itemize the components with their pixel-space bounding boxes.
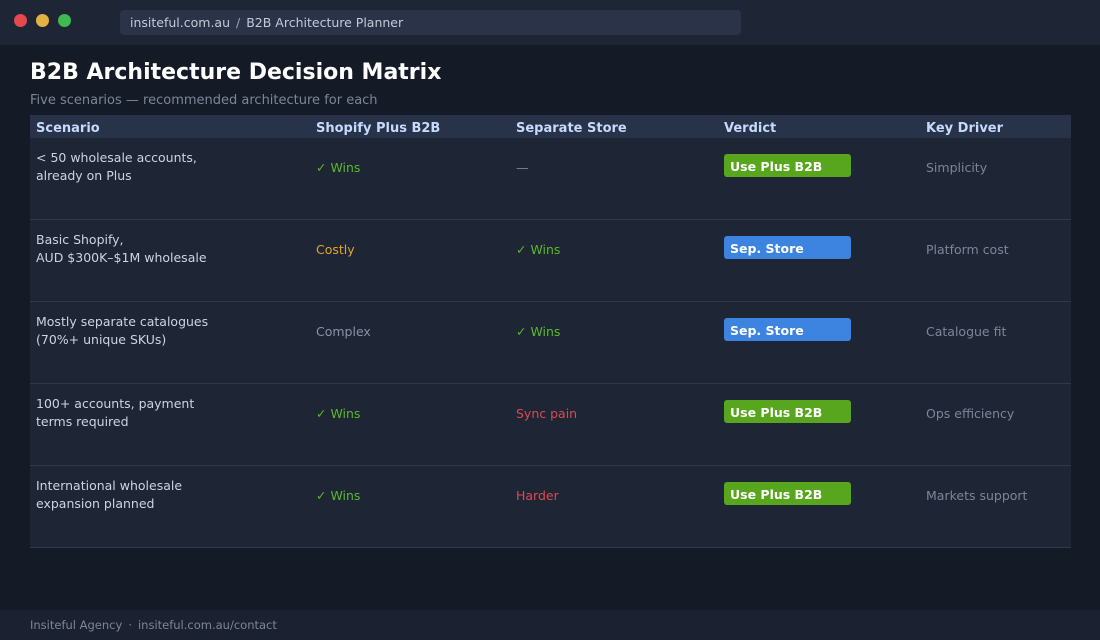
url-domain: insiteful.com.au — [130, 15, 230, 30]
scenario-line: 100+ accounts, payment — [36, 396, 195, 411]
url-page: B2B Architecture Planner — [246, 15, 404, 30]
url-separator: / — [236, 15, 241, 30]
shopify-plus-cell: Costly — [316, 242, 355, 257]
page-footer: Insiteful Agency · insiteful.com.au/contac… — [0, 610, 1100, 640]
key-driver-cell: Platform cost — [926, 242, 1009, 257]
table-row: Basic Shopify, AUD $300K–$1M wholesale C… — [30, 220, 1071, 302]
page-title: B2B Architecture Decision Matrix — [30, 60, 442, 85]
shopify-plus-cell: ✓ Wins — [316, 406, 361, 421]
footer-separator: · — [128, 618, 132, 632]
separate-store-cell: Sync pain — [516, 406, 578, 421]
header-scenario: Scenario — [36, 121, 100, 136]
separate-store-cell: — — [516, 160, 529, 175]
verdict-badge: Use Plus B2B — [724, 154, 851, 177]
decision-matrix-table: Scenario Shopify Plus B2B Separate Store… — [30, 115, 1071, 548]
scenario-line: (70%+ unique SKUs) — [36, 332, 167, 347]
scenario-cell: 100+ accounts, payment terms required — [36, 395, 194, 431]
header-shopify-plus-b2b: Shopify Plus B2B — [316, 121, 441, 136]
scenario-line: already on Plus — [36, 168, 132, 183]
browser-titlebar: insiteful.com.au / B2B Architecture Planne… — [0, 0, 1100, 45]
table-row: Mostly separate catalogues (70%+ unique … — [30, 302, 1071, 384]
header-verdict: Verdict — [724, 121, 777, 136]
maximize-window-icon[interactable] — [58, 14, 71, 27]
separate-store-cell: ✓ Wins — [516, 324, 561, 339]
key-driver-cell: Catalogue fit — [926, 324, 1007, 339]
header-key-driver: Key Driver — [926, 121, 1004, 136]
scenario-cell: International wholesale expansion planne… — [36, 477, 182, 513]
scenario-cell: Basic Shopify, AUD $300K–$1M wholesale — [36, 231, 207, 267]
address-bar[interactable]: insiteful.com.au / B2B Architecture Planne… — [120, 10, 741, 35]
scenario-line: < 50 wholesale accounts, — [36, 150, 197, 165]
verdict-badge: Use Plus B2B — [724, 482, 851, 505]
close-window-icon[interactable] — [14, 14, 27, 27]
table-row: 100+ accounts, payment terms required ✓ … — [30, 384, 1071, 466]
scenario-line: expansion planned — [36, 496, 155, 511]
table-row: < 50 wholesale accounts, already on Plus… — [30, 138, 1071, 220]
verdict-badge: Use Plus B2B — [724, 400, 851, 423]
key-driver-cell: Ops efficiency — [926, 406, 1015, 421]
scenario-line: terms required — [36, 414, 129, 429]
verdict-badge: Sep. Store — [724, 236, 851, 259]
header-separate-store: Separate Store — [516, 121, 627, 136]
scenario-cell: < 50 wholesale accounts, already on Plus — [36, 149, 197, 185]
minimize-window-icon[interactable] — [36, 14, 49, 27]
shopify-plus-cell: ✓ Wins — [316, 160, 361, 175]
separate-store-cell: Harder — [516, 488, 559, 503]
scenario-line: Basic Shopify, — [36, 232, 124, 247]
key-driver-cell: Markets support — [926, 488, 1028, 503]
shopify-plus-cell: Complex — [316, 324, 371, 339]
shopify-plus-cell: ✓ Wins — [316, 488, 361, 503]
scenario-line: International wholesale — [36, 478, 183, 493]
scenario-line: AUD $300K–$1M wholesale — [36, 250, 207, 265]
verdict-badge: Sep. Store — [724, 318, 851, 341]
footer-agency: Insiteful Agency — [30, 618, 123, 632]
scenario-line: Mostly separate catalogues — [36, 314, 209, 329]
page-subtitle: Five scenarios — recommended architectur… — [30, 93, 378, 108]
table-header-row: Scenario Shopify Plus B2B Separate Store… — [30, 115, 1071, 138]
table-row: International wholesale expansion planne… — [30, 466, 1071, 548]
separate-store-cell: ✓ Wins — [516, 242, 561, 257]
scenario-cell: Mostly separate catalogues (70%+ unique … — [36, 313, 208, 349]
footer-contact-link[interactable]: insiteful.com.au/contact — [138, 618, 277, 632]
key-driver-cell: Simplicity — [926, 160, 988, 175]
